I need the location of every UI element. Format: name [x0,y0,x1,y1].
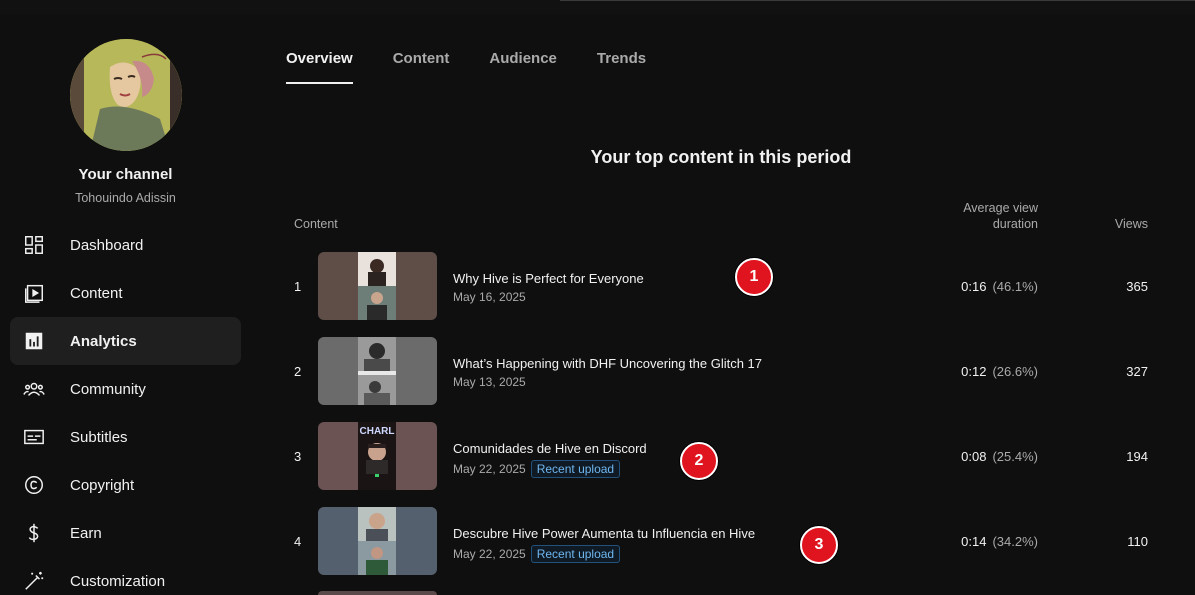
sidebar-item-label: Earn [70,524,102,542]
channel-name: Tohouindo Adissin [75,191,176,205]
tab-overview[interactable]: Overview [286,50,353,84]
views-count: 327 [1126,364,1148,379]
sidebar-item-label: Customization [70,572,166,590]
video-thumbnail-partial[interactable] [318,591,437,595]
thumbnail-overlay-text: CHARL [360,426,395,437]
subtitles-icon [24,429,44,445]
avg-view-duration: 0:14 (34.2%) [961,534,1038,549]
video-date: May 13, 2025 [453,375,526,389]
annotation-marker-3: 3 [800,526,838,564]
annotation-marker-2: 2 [680,442,718,480]
recent-upload-badge: Recent upload [530,460,621,478]
sidebar-item-label: Community [70,380,146,398]
sidebar-nav: Dashboard Content Analytics Community Su… [10,221,241,595]
row-rank: 4 [294,534,302,549]
sidebar-item-customization[interactable]: Customization [10,557,241,595]
video-thumbnail[interactable] [318,337,437,405]
column-header-avg-view-duration[interactable]: Average view duration [938,200,1038,232]
views-count: 365 [1126,279,1148,294]
sidebar-item-dashboard[interactable]: Dashboard [10,221,241,269]
community-icon [23,382,45,396]
avg-view-duration: 0:12 (26.6%) [961,364,1038,379]
views-count: 194 [1126,449,1148,464]
sidebar-item-label: Content [70,284,123,302]
tab-content[interactable]: Content [393,50,450,84]
row-rank: 1 [294,279,302,294]
video-thumbnail[interactable] [318,252,437,320]
sidebar-item-analytics[interactable]: Analytics [10,317,241,365]
row-rank: 3 [294,449,302,464]
column-header-views[interactable]: Views [1098,216,1148,232]
table-row[interactable]: 1 Why Hive is Perfect for Everyone May 1… [286,252,1156,322]
tab-trends[interactable]: Trends [597,50,646,84]
video-title[interactable]: Comunidades de Hive en Discord [453,441,647,456]
sidebar-item-subtitles[interactable]: Subtitles [10,413,241,461]
top-bar [0,0,1195,14]
dashboard-icon [25,236,43,254]
sidebar-item-copyright[interactable]: Copyright [10,461,241,509]
video-title[interactable]: Why Hive is Perfect for Everyone [453,271,644,286]
video-title[interactable]: Descubre Hive Power Aumenta tu Influenci… [453,526,755,541]
video-date: May 22, 2025 Recent upload [453,460,621,478]
tab-audience[interactable]: Audience [489,50,557,84]
views-count: 110 [1127,534,1148,549]
recent-upload-badge: Recent upload [530,545,621,563]
channel-title: Your channel [78,166,173,183]
column-header-content: Content [294,217,338,231]
sidebar-item-community[interactable]: Community [10,365,241,413]
analytics-tabs: Overview Content Audience Trends [286,50,686,84]
earn-icon [28,523,39,543]
avg-view-duration: 0:16 (46.1%) [961,279,1038,294]
sidebar-item-earn[interactable]: Earn [10,509,241,557]
customization-icon [25,571,44,590]
video-title[interactable]: What’s Happening with DHF Uncovering the… [453,356,762,371]
content-icon [25,284,43,303]
top-divider [560,0,1195,1]
copyright-icon [25,476,43,494]
video-thumbnail[interactable]: CHARL [318,422,437,490]
table-row[interactable]: 4 Descubre Hive Power Aumenta tu Influen… [286,507,1156,577]
sidebar-item-content[interactable]: Content [10,269,241,317]
channel-avatar[interactable] [70,39,182,151]
avg-view-duration: 0:08 (25.4%) [961,449,1038,464]
analytics-icon [25,332,43,350]
table-row[interactable]: 2 What’s Happening with DHF Uncovering t… [286,337,1156,407]
sidebar-item-label: Copyright [70,476,135,494]
row-rank: 2 [294,364,302,379]
video-date: May 22, 2025 Recent upload [453,545,621,563]
table-row[interactable]: 3 CHARL Comunidades de Hive en Discord M… [286,422,1156,492]
sidebar: Your channel Tohouindo Adissin Dashboard… [0,14,255,595]
annotation-marker-1: 1 [735,258,773,296]
video-date: May 16, 2025 [453,290,526,304]
sidebar-item-label: Analytics [70,332,137,350]
sidebar-item-label: Dashboard [70,236,144,254]
section-title: Your top content in this period [590,147,852,167]
sidebar-item-label: Subtitles [70,428,128,446]
video-thumbnail[interactable] [318,507,437,575]
